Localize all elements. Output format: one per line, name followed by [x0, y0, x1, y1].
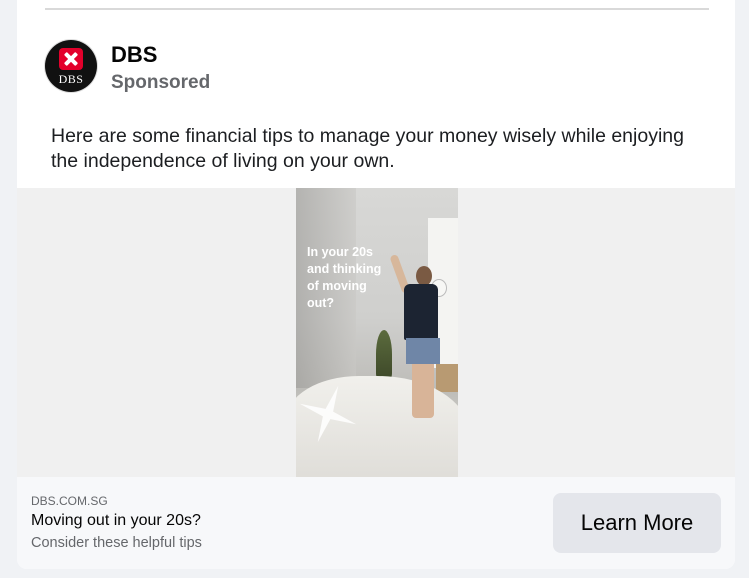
dresser	[436, 364, 458, 392]
avatar[interactable]: DBS	[45, 40, 97, 92]
media-area[interactable]: In your 20s and thinking of moving out?	[17, 188, 735, 477]
link-domain: DBS.COM.SG	[31, 494, 108, 508]
plant	[376, 330, 392, 378]
link-footer[interactable]: DBS.COM.SG Moving out in your 20s? Consi…	[17, 477, 735, 569]
person-top	[404, 284, 438, 340]
ad-image[interactable]: In your 20s and thinking of moving out?	[296, 188, 458, 477]
image-overlay-text: In your 20s and thinking of moving out?	[307, 245, 382, 310]
post-body-text: Here are some financial tips to manage y…	[51, 125, 684, 172]
person-legs	[412, 364, 434, 418]
sponsored-post-card: DBS DBS Sponsored Here are some financia…	[17, 0, 735, 569]
divider	[45, 8, 709, 10]
link-headline[interactable]: Moving out in your 20s?	[31, 512, 201, 530]
person-shorts	[406, 338, 440, 364]
sponsored-label[interactable]: Sponsored	[111, 72, 210, 94]
page-name-link[interactable]: DBS	[111, 42, 157, 68]
avatar-logo-text: DBS	[58, 72, 84, 86]
dbs-logo-icon	[59, 48, 83, 70]
link-description: Consider these helpful tips	[31, 535, 202, 551]
sparkle-icon	[299, 385, 357, 443]
person-head	[416, 266, 432, 286]
learn-more-button[interactable]: Learn More	[553, 493, 721, 553]
